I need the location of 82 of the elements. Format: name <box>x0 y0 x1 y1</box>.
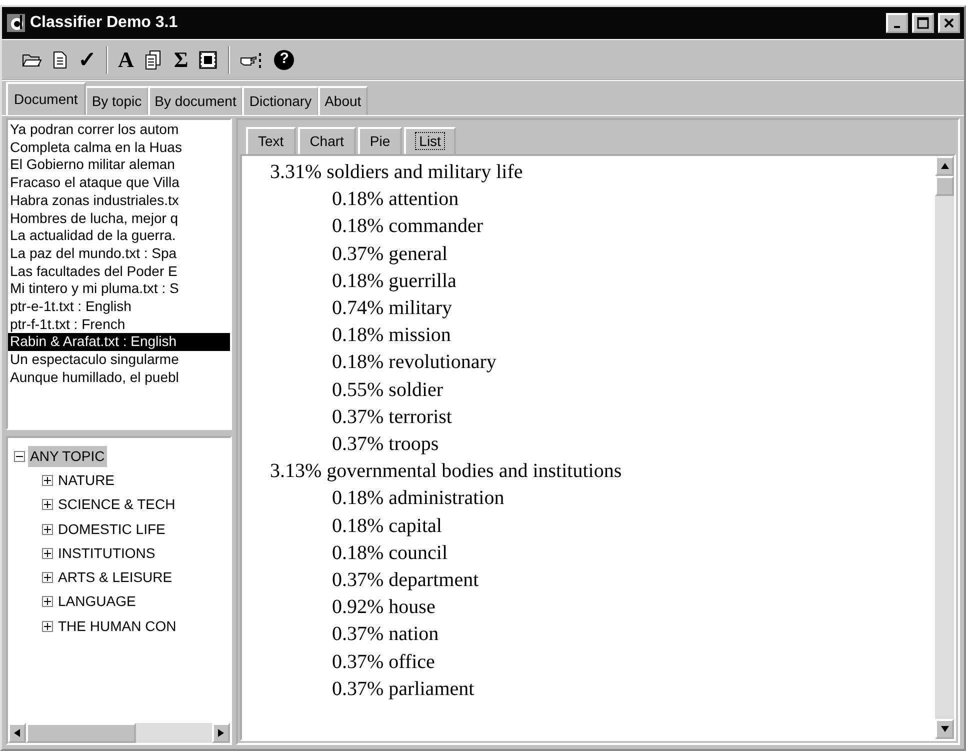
term-item: 0.18% attention <box>332 188 459 210</box>
scroll-up-button[interactable] <box>935 156 954 176</box>
list-item[interactable]: Rabin & Arafat.txt : English <box>8 333 230 352</box>
term-item: 0.18% commander <box>332 215 484 238</box>
tab[interactable]: Chart <box>298 127 356 154</box>
expander-icon[interactable] <box>42 572 53 584</box>
category-item: 3.13% governmental bodies and institutions <box>270 459 623 484</box>
tab[interactable]: About <box>318 86 368 115</box>
term-item: 0.18% revolutionary <box>332 351 496 374</box>
toolbar-button[interactable]: A <box>118 46 134 72</box>
window-title: Classifier Demo 3.1 <box>30 13 178 33</box>
expander-icon[interactable] <box>14 450 25 462</box>
toolbar-button[interactable]: Σ <box>174 46 188 72</box>
tree-item[interactable]: ARTS & LEISURE <box>56 567 174 588</box>
list-item[interactable]: Completa calma en la Huas <box>8 138 230 156</box>
term-item: 0.37% parliament <box>332 678 474 700</box>
close-button[interactable] <box>938 13 960 33</box>
right-arrow-icon <box>218 729 224 737</box>
list-item[interactable]: Fracaso el ataque que Villa <box>8 174 230 192</box>
maximize-icon <box>917 17 929 29</box>
term-item: 0.18% council <box>332 542 448 564</box>
category-item: 3.31% soldiers and military life <box>270 160 524 185</box>
term-item: 0.37% terrorist <box>332 406 452 428</box>
term-item: 0.18% mission <box>332 324 451 346</box>
term-item: 0.37% general <box>332 242 448 265</box>
list-item[interactable]: La actualidad de la guerra. <box>8 227 230 245</box>
list-item[interactable]: El Gobierno militar aleman <box>8 156 230 174</box>
term-item: 0.37% department <box>332 569 479 592</box>
left-arrow-icon <box>14 729 20 737</box>
scrollbar-thumb[interactable] <box>935 176 954 196</box>
expander-icon[interactable] <box>42 620 53 632</box>
expander-icon[interactable] <box>42 524 53 535</box>
scrollbar-thumb[interactable] <box>26 723 136 743</box>
tree-item[interactable]: ANY TOPIC <box>28 446 107 467</box>
tree-item[interactable]: SCIENCE & TECH <box>56 494 178 516</box>
list-item[interactable]: ptr-e-1t.txt : English <box>8 298 230 316</box>
tab[interactable]: Text <box>246 127 296 154</box>
list-item[interactable]: Hombres de lucha, mejor q <box>8 210 230 228</box>
tree-item[interactable]: DOMESTIC LIFE <box>56 518 168 540</box>
term-item: 0.18% capital <box>332 514 442 537</box>
tab[interactable]: Dictionary <box>242 86 319 115</box>
scroll-left-button[interactable] <box>8 723 26 743</box>
up-arrow-icon <box>940 163 948 169</box>
toolbar-button[interactable]: ✓ <box>78 46 96 72</box>
list-item[interactable]: Aunque humillado, el puebl <box>8 368 230 387</box>
scroll-right-button[interactable] <box>212 723 230 743</box>
tree-item[interactable]: NATURE <box>56 470 117 491</box>
expander-icon[interactable] <box>42 548 53 559</box>
app-icon <box>6 12 26 33</box>
scroll-down-button[interactable] <box>935 719 954 739</box>
term-item: 0.55% soldier <box>332 378 444 401</box>
list-item[interactable]: Mi tintero y mi pluma.txt : S <box>8 280 230 298</box>
expander-icon[interactable] <box>42 596 53 608</box>
minimize-button[interactable] <box>886 13 908 33</box>
list-item[interactable]: ptr-f-1t.txt : French <box>8 316 230 334</box>
list-item[interactable]: Las facultades del Poder E <box>8 262 230 280</box>
term-item: 0.37% nation <box>332 623 439 646</box>
term-item: 0.37% office <box>332 650 435 673</box>
term-item: 0.74% military <box>332 297 452 320</box>
tab[interactable]: List <box>404 127 456 154</box>
list-item[interactable]: La paz del mundo.txt : Spa <box>8 244 230 263</box>
tree-item[interactable]: THE HUMAN CON <box>56 616 178 637</box>
tree-item[interactable]: INSTITUTIONS <box>56 542 158 564</box>
expander-icon[interactable] <box>42 474 53 486</box>
term-item: 0.37% troops <box>332 433 439 456</box>
list-item[interactable]: Habra zonas industriales.tx <box>8 192 230 210</box>
term-item: 0.18% administration <box>332 487 504 510</box>
list-item[interactable]: Un espectaculo singularme <box>8 351 230 369</box>
tab[interactable]: By document <box>148 86 244 115</box>
document-list[interactable] <box>6 118 232 430</box>
term-item: 0.18% guerrilla <box>332 270 456 292</box>
down-arrow-icon <box>940 726 948 732</box>
list-item[interactable]: Ya podran correr los autom <box>8 121 230 139</box>
minimize-icon <box>894 26 900 28</box>
maximize-button[interactable] <box>912 13 934 33</box>
tab[interactable]: Document <box>6 82 86 115</box>
term-item: 0.92% house <box>332 596 436 618</box>
expander-icon[interactable] <box>42 499 53 510</box>
tab[interactable]: Pie <box>358 127 402 154</box>
tree-item[interactable]: LANGUAGE <box>56 591 138 612</box>
tab[interactable]: By topic <box>84 86 149 115</box>
close-icon <box>943 17 955 29</box>
